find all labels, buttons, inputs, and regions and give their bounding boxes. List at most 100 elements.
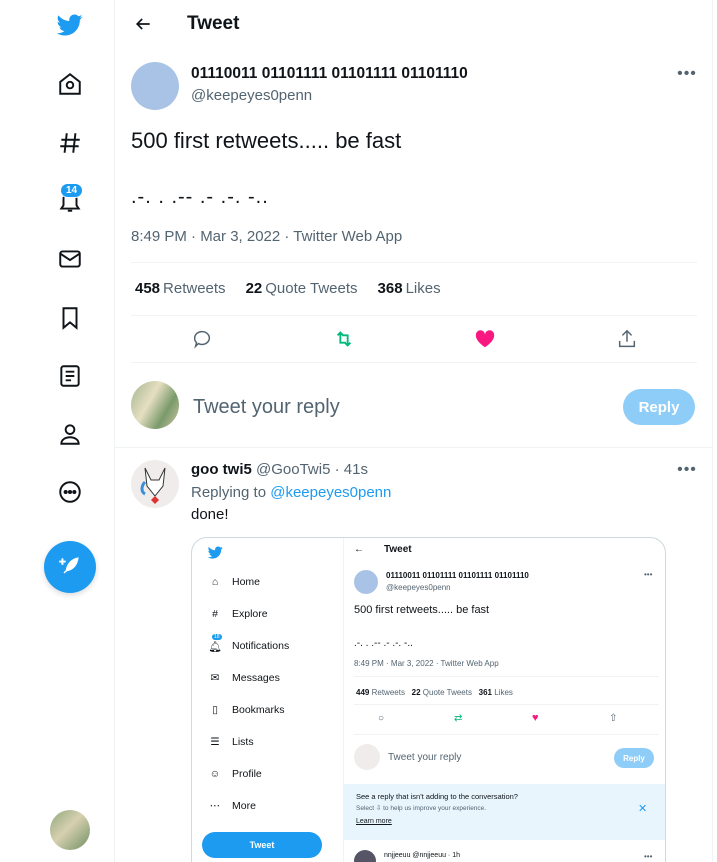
embedded-nav-explore: # Explore — [208, 607, 268, 621]
divider — [115, 447, 713, 448]
reply-button[interactable]: Reply — [623, 389, 695, 425]
embedded-title: Tweet — [384, 544, 412, 555]
embedded-tweet-button: Tweet — [202, 832, 322, 858]
share-action[interactable] — [614, 326, 640, 352]
divider — [354, 704, 659, 705]
reply-author-avatar[interactable] — [131, 460, 179, 508]
divider — [131, 262, 697, 263]
main-column: Tweet 01110011 01101111 01101111 0110111… — [115, 0, 713, 862]
embedded-stats: 449 Retweets 22 Quote Tweets 361 Likes — [356, 688, 513, 697]
embedded-more-icon: ••• — [644, 570, 653, 579]
embedded-nav-lists: ☰ Lists — [208, 735, 253, 749]
notifications-bell-icon[interactable]: 14 — [50, 181, 90, 221]
embedded-heart-icon: ♥ — [532, 712, 539, 724]
embedded-nav-home: ⌂ Home — [208, 575, 260, 589]
divider — [131, 315, 697, 316]
embedded-nav: ⌂ Home # Explore 🔔︎ 18 Notifications ✉ Messag… — [192, 538, 344, 862]
embedded-reply-icon: ○ — [378, 713, 385, 724]
embedded-avatar — [354, 570, 378, 594]
embedded-next-avatar — [354, 850, 376, 862]
author-handle[interactable]: @keepeyes0penn — [191, 87, 312, 104]
back-button[interactable] — [127, 8, 159, 40]
home-icon: ⌂ — [211, 576, 219, 588]
like-action[interactable] — [472, 326, 498, 352]
embedded-morse: .-. . .-- .- .-. -.. — [354, 638, 413, 649]
embedded-retweet-icon: ⇄ — [454, 713, 463, 724]
current-user-avatar — [131, 381, 179, 429]
home-icon[interactable] — [50, 64, 90, 104]
embedded-nav-notifications: 🔔︎ 18 Notifications — [208, 634, 290, 653]
embedded-back-icon: ← — [354, 544, 364, 555]
reply-more-icon[interactable]: ••• — [675, 458, 699, 482]
divider — [131, 362, 697, 363]
twitter-logo-icon[interactable] — [50, 5, 90, 45]
more-icon: ⋯ — [209, 800, 221, 812]
embedded-next-reply: nnjjeeuu @nnjjeeuu · 1h — [384, 852, 460, 859]
left-navigation: 14 — [0, 0, 115, 862]
heart-filled-icon — [475, 330, 495, 348]
likes-stat[interactable]: 368 Likes — [378, 280, 441, 297]
embedded-reply-avatar — [354, 744, 380, 770]
quote-tweets-stat[interactable]: 22 Quote Tweets — [246, 280, 358, 297]
embedded-nav-messages: ✉ Messages — [208, 671, 280, 685]
tweet-stats: 458 Retweets 22 Quote Tweets 368 Likes — [135, 280, 441, 297]
reply-bubble-icon — [193, 330, 211, 349]
embedded-nav-bookmarks: ▯ Bookmarks — [208, 703, 284, 717]
notifications-badge: 14 — [60, 183, 84, 198]
embedded-bird-icon — [208, 546, 223, 559]
embedded-nav-profile: ☺ Profile — [209, 768, 262, 780]
attached-screenshot-image[interactable]: ⌂ Home # Explore 🔔︎ 18 Notifications ✉ Messag… — [191, 537, 666, 862]
reply-display-name[interactable]: goo twi5 — [191, 461, 252, 478]
list-icon: ☰ — [210, 736, 220, 748]
tweet-text: 500 first retweets..... be fast — [131, 128, 402, 153]
person-icon: ☺ — [209, 768, 221, 780]
embedded-nav-more: ⋯ More — [209, 800, 256, 812]
lists-icon[interactable] — [50, 356, 90, 396]
embedded-meta: 8:49 PM · Mar 3, 2022 · Twitter Web App — [354, 659, 499, 668]
tweet-morse-text: .-. . .-- .- .-. -.. — [131, 186, 269, 208]
reply-author: goo twi5 @GooTwi5 · 41s — [191, 461, 368, 478]
embedded-display-name: 01110011 01101111 01101111 01101110 — [386, 571, 529, 580]
compose-tweet-button[interactable] — [44, 541, 96, 593]
more-options-icon[interactable] — [50, 472, 90, 512]
replying-to-link[interactable]: @keepeyes0penn — [270, 484, 391, 501]
embedded-next-more-icon: ••• — [644, 852, 653, 861]
reply-action[interactable] — [189, 326, 215, 352]
embedded-reply-placeholder: Tweet your reply — [388, 752, 462, 763]
account-avatar[interactable] — [50, 810, 90, 850]
embedded-close-icon: ✕ — [638, 803, 648, 815]
page-header: Tweet — [115, 0, 713, 48]
feather-plus-icon — [59, 557, 79, 574]
explore-hashtag-icon[interactable] — [50, 123, 90, 163]
fox-character-icon — [140, 467, 166, 504]
embedded-notice: See a reply that isn't adding to the con… — [344, 784, 665, 840]
arrow-left-icon — [135, 18, 150, 30]
replying-to: Replying to @keepeyes0penn — [191, 484, 392, 501]
divider — [354, 676, 659, 677]
embedded-handle: @keepeyes0penn — [386, 583, 451, 592]
author-display-name[interactable]: 01110011 01101111 01101111 01101110 — [191, 65, 468, 83]
embedded-share-icon: ⇧ — [609, 713, 618, 724]
author-avatar[interactable] — [131, 62, 179, 110]
bookmark-icon: ▯ — [212, 704, 218, 716]
share-icon — [618, 329, 636, 348]
tweet-timestamp[interactable]: 8:49 PM · Mar 3, 2022 · Twitter Web App — [131, 228, 402, 245]
embedded-tweet-text: 500 first retweets..... be fast — [354, 604, 490, 616]
embedded-reply-button: Reply — [614, 748, 654, 768]
mail-icon: ✉ — [210, 672, 220, 684]
reply-text: done! — [191, 506, 229, 523]
hashtag-icon: # — [212, 608, 218, 620]
retweet-action[interactable] — [331, 326, 357, 352]
retweet-icon — [336, 331, 352, 347]
divider — [354, 734, 659, 735]
messages-mail-icon[interactable] — [50, 239, 90, 279]
tweet-more-icon[interactable]: ••• — [675, 62, 699, 86]
retweets-stat[interactable]: 458 Retweets — [135, 280, 226, 297]
reply-input[interactable]: Tweet your reply — [193, 396, 340, 419]
bell-icon: 🔔︎ 18 — [208, 634, 222, 653]
reply-handle[interactable]: @GooTwi5 — [256, 461, 330, 478]
bookmarks-icon[interactable] — [50, 298, 90, 338]
reply-time[interactable]: · 41s — [335, 461, 368, 478]
profile-icon[interactable] — [50, 414, 90, 454]
page-title: Tweet — [187, 13, 240, 34]
